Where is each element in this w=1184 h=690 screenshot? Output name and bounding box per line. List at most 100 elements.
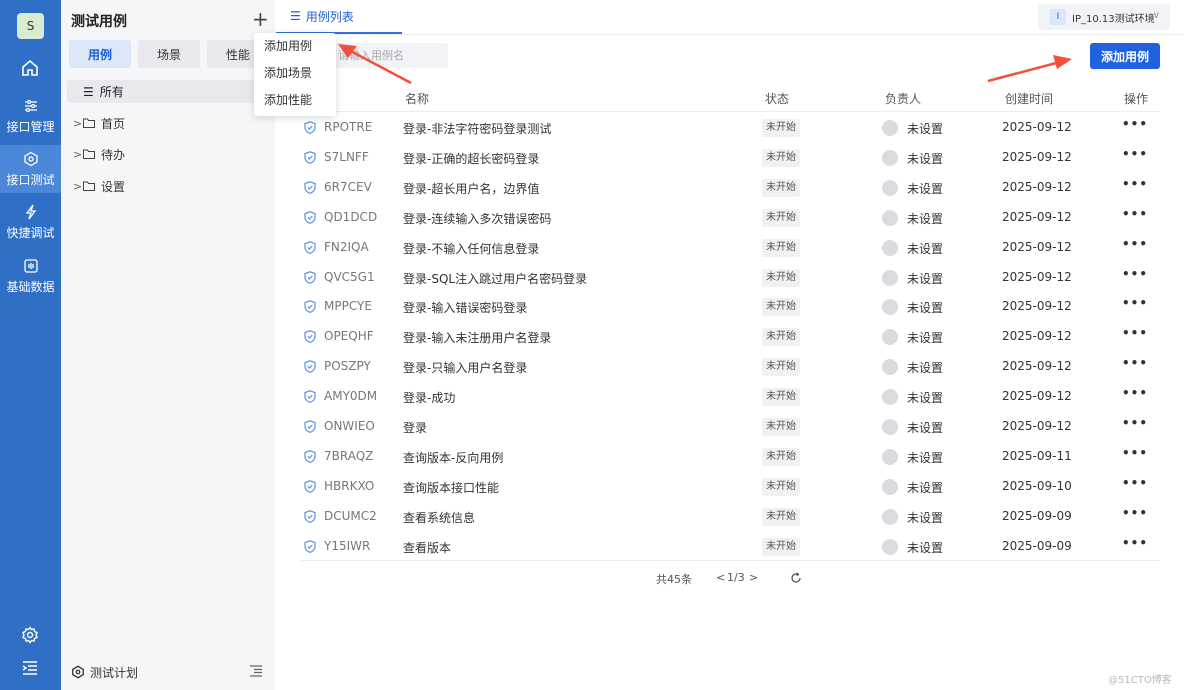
table-row[interactable]: AMY0DM 登录-成功 未开始 未设置 2025-09-12 ••• bbox=[300, 382, 1160, 412]
case-name[interactable]: 登录-输入未注册用户名登录 bbox=[403, 329, 551, 346]
status-badge: 未开始 bbox=[762, 148, 800, 167]
more-actions-icon[interactable]: ••• bbox=[1122, 476, 1148, 490]
column-header-name: 名称 bbox=[405, 92, 430, 106]
created-date: 2025-09-12 bbox=[1002, 120, 1072, 134]
table-row[interactable]: ONWIEO 登录 未开始 未设置 2025-09-12 ••• bbox=[300, 412, 1160, 442]
case-name[interactable]: 登录-只输入用户名登录 bbox=[403, 359, 527, 376]
status-badge: 未开始 bbox=[762, 178, 800, 197]
case-id: S7LNFF bbox=[324, 149, 369, 164]
table-row[interactable]: 7BRAQZ 查询版本-反向用例 未开始 未设置 2025-09-11 ••• bbox=[300, 442, 1160, 472]
menu-item-add-scene[interactable]: 添加场景 bbox=[254, 60, 336, 87]
case-name[interactable]: 登录-正确的超长密码登录 bbox=[403, 150, 539, 167]
table-row[interactable]: QVC5G1 登录-SQL注入跳过用户名密码登录 未开始 未设置 2025-09-12 •… bbox=[300, 263, 1160, 293]
case-name[interactable]: 登录-成功 bbox=[403, 389, 455, 406]
next-page-icon[interactable]: > bbox=[749, 571, 758, 584]
shield-check-icon bbox=[304, 180, 316, 194]
tab-case-list[interactable]: ☰ 用例列表 bbox=[276, 0, 402, 34]
more-actions-icon[interactable]: ••• bbox=[1122, 446, 1148, 460]
settings-gear-icon[interactable] bbox=[21, 626, 39, 644]
add-plus-icon[interactable]: + bbox=[252, 9, 269, 29]
menu-lines-icon[interactable] bbox=[249, 665, 263, 677]
column-header-owner: 负责人 bbox=[885, 92, 922, 106]
tree-item-all[interactable]: ☰ 所有 bbox=[67, 80, 269, 103]
case-name[interactable]: 登录-非法字符密码登录测试 bbox=[403, 120, 551, 137]
table-row[interactable]: OPEQHF 登录-输入未注册用户名登录 未开始 未设置 2025-09-12 ••• bbox=[300, 322, 1160, 352]
footer-label: 测试计划 bbox=[90, 665, 139, 680]
case-name[interactable]: 登录-超长用户名，边界值 bbox=[403, 180, 539, 197]
case-name[interactable]: 查询版本接口性能 bbox=[403, 479, 499, 496]
owner-name: 未设置 bbox=[907, 241, 944, 256]
table-row[interactable]: DCUMC2 查看系统信息 未开始 未设置 2025-09-09 ••• bbox=[300, 502, 1160, 532]
tree-folder-settings[interactable]: > 设置 bbox=[73, 177, 125, 195]
table-row[interactable]: FN2IQA 登录-不输入任何信息登录 未开始 未设置 2025-09-12 ••• bbox=[300, 233, 1160, 263]
avatar bbox=[882, 149, 898, 166]
prev-page-icon[interactable]: < bbox=[716, 571, 725, 584]
table-row[interactable]: S7LNFF 登录-正确的超长密码登录 未开始 未设置 2025-09-12 ••• bbox=[300, 143, 1160, 173]
tree-folder-todo[interactable]: > 待办 bbox=[73, 145, 125, 163]
status-badge: 未开始 bbox=[762, 328, 800, 347]
more-actions-icon[interactable]: ••• bbox=[1122, 267, 1148, 281]
folder-icon bbox=[83, 118, 95, 128]
table-row[interactable]: 6R7CEV 登录-超长用户名，边界值 未开始 未设置 2025-09-12 ••• bbox=[300, 173, 1160, 203]
menu-item-add-case[interactable]: 添加用例 bbox=[254, 33, 336, 60]
tree-item-label: 所有 bbox=[99, 85, 124, 99]
case-name[interactable]: 登录-不输入任何信息登录 bbox=[403, 240, 539, 257]
refresh-icon[interactable] bbox=[790, 572, 802, 584]
table-row[interactable]: POSZPY 登录-只输入用户名登录 未开始 未设置 2025-09-12 ••• bbox=[300, 352, 1160, 382]
rail-item-quick-debug[interactable]: 快捷调试 bbox=[0, 198, 61, 246]
column-header-status: 状态 bbox=[765, 92, 790, 106]
divider bbox=[276, 34, 1184, 35]
divider bbox=[300, 560, 1160, 561]
avatar bbox=[882, 239, 898, 256]
environment-select[interactable]: I IP_10.13测试环境 ∨ bbox=[1038, 4, 1170, 30]
case-name[interactable]: 查看版本 bbox=[403, 539, 451, 556]
annotation-arrow bbox=[987, 55, 1072, 83]
status-badge: 未开始 bbox=[762, 268, 800, 287]
segment-cases[interactable]: 用例 bbox=[69, 40, 131, 68]
home-icon[interactable] bbox=[20, 58, 40, 78]
rail-item-base-data[interactable]: 基础数据 bbox=[0, 252, 61, 300]
case-name[interactable]: 登录-输入错误密码登录 bbox=[403, 299, 527, 316]
more-actions-icon[interactable]: ••• bbox=[1122, 177, 1148, 191]
test-plan-footer[interactable]: 测试计划 bbox=[61, 658, 275, 686]
tree-folder-home[interactable]: > 首页 bbox=[73, 114, 125, 132]
more-actions-icon[interactable]: ••• bbox=[1122, 416, 1148, 430]
table-row[interactable]: RPOTRE 登录-非法字符密码登录测试 未开始 未设置 2025-09-12 ••• bbox=[300, 113, 1160, 143]
avatar bbox=[882, 299, 898, 316]
more-actions-icon[interactable]: ••• bbox=[1122, 207, 1148, 221]
more-actions-icon[interactable]: ••• bbox=[1122, 386, 1148, 400]
case-id: 7BRAQZ bbox=[324, 448, 374, 463]
created-date: 2025-09-12 bbox=[1002, 269, 1072, 284]
owner-name: 未设置 bbox=[907, 480, 944, 495]
avatar bbox=[882, 419, 898, 435]
more-actions-icon[interactable]: ••• bbox=[1122, 296, 1148, 310]
segment-scenes[interactable]: 场景 bbox=[138, 40, 200, 68]
case-name[interactable]: 登录 bbox=[403, 419, 427, 436]
case-name[interactable]: 查看系统信息 bbox=[403, 509, 475, 526]
avatar bbox=[882, 389, 898, 406]
table-row[interactable]: MPPCYE 登录-输入错误密码登录 未开始 未设置 2025-09-12 ••• bbox=[300, 292, 1160, 322]
avatar[interactable]: S bbox=[17, 13, 44, 39]
more-actions-icon[interactable]: ••• bbox=[1122, 506, 1148, 520]
more-actions-icon[interactable]: ••• bbox=[1122, 536, 1148, 550]
case-name[interactable]: 查询版本-反向用例 bbox=[403, 449, 503, 466]
table-row[interactable]: HBRKXO 查询版本接口性能 未开始 未设置 2025-09-10 ••• bbox=[300, 472, 1160, 502]
table-row[interactable]: QD1DCD 登录-连续输入多次错误密码 未开始 未设置 2025-09-12 ••• bbox=[300, 203, 1160, 233]
more-actions-icon[interactable]: ••• bbox=[1122, 147, 1148, 161]
table-row[interactable]: Y15IWR 查看版本 未开始 未设置 2025-09-09 ••• bbox=[300, 532, 1160, 562]
add-case-button[interactable]: 添加用例 bbox=[1090, 43, 1160, 69]
status-badge: 未开始 bbox=[762, 418, 800, 436]
more-actions-icon[interactable]: ••• bbox=[1122, 326, 1148, 340]
case-name[interactable]: 登录-SQL注入跳过用户名密码登录 bbox=[403, 270, 587, 287]
case-name[interactable]: 登录-连续输入多次错误密码 bbox=[403, 210, 551, 227]
rail-item-api-test[interactable]: 接口测试 bbox=[0, 145, 61, 193]
chevron-right-icon: > bbox=[73, 147, 83, 161]
page-indicator: 1/3 bbox=[727, 571, 745, 584]
more-actions-icon[interactable]: ••• bbox=[1122, 356, 1148, 370]
more-actions-icon[interactable]: ••• bbox=[1122, 117, 1148, 131]
menu-item-add-performance[interactable]: 添加性能 bbox=[254, 87, 336, 114]
more-actions-icon[interactable]: ••• bbox=[1122, 237, 1148, 251]
collapse-menu-icon[interactable] bbox=[21, 659, 39, 677]
rail-item-api-management[interactable]: 接口管理 bbox=[0, 92, 61, 140]
left-rail: S 接口管理 接口测试 快捷调试 基础数据 bbox=[0, 0, 61, 690]
